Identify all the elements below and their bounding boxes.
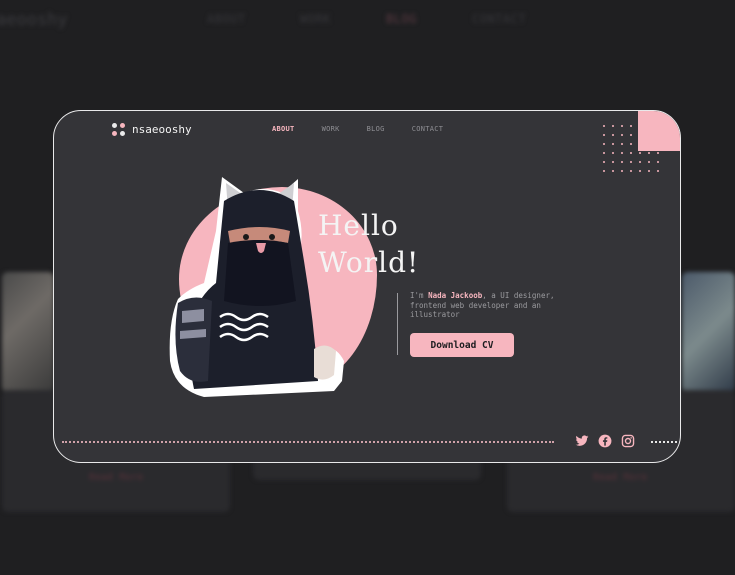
footer-dotted-line-right [651, 441, 680, 443]
portrait-illustration [169, 177, 344, 397]
hero-heading: Hello World! [318, 207, 419, 281]
hero-heading-line1: Hello [318, 209, 399, 242]
pattern-dot [612, 134, 615, 137]
logo-dot [120, 123, 125, 128]
pattern-dot [621, 152, 624, 155]
pattern-dot [648, 143, 651, 146]
facebook-icon[interactable] [598, 433, 612, 448]
download-cv-button[interactable]: Download CV [410, 333, 514, 357]
background-read-more: Read More [89, 472, 144, 483]
intro-prefix: I'm [410, 291, 429, 300]
background-nav-about: ABOUT [207, 12, 246, 26]
background-read-more: Read More [593, 472, 648, 483]
pattern-dot [639, 152, 642, 155]
pattern-dot [639, 125, 642, 128]
about-card: nsaeooshy ABOUT WORK BLOG CONTACT Hello … [53, 110, 681, 463]
pattern-dot [657, 125, 660, 128]
intro-text: I'm Nada Jackoob, a UI designer, fronten… [410, 291, 585, 320]
pattern-dot [603, 152, 606, 155]
background-nav-blog: BLOG [386, 12, 417, 26]
pattern-dot [639, 161, 642, 164]
pattern-dot [648, 134, 651, 137]
pattern-dot [630, 125, 633, 128]
footer-dotted-line [62, 441, 554, 443]
twitter-icon[interactable] [575, 433, 589, 447]
pattern-dot [648, 170, 651, 173]
dot-pattern [603, 125, 666, 179]
background-nav-contact: CONTACT [472, 12, 527, 26]
author-name: Nada Jackoob [428, 291, 483, 300]
pattern-dot [657, 143, 660, 146]
intro-divider [397, 293, 398, 355]
pattern-dot [621, 161, 624, 164]
pattern-dot [603, 170, 606, 173]
pattern-dot [639, 170, 642, 173]
pattern-dot [603, 143, 606, 146]
logo-dot [120, 131, 125, 136]
pattern-dot [648, 125, 651, 128]
logo-dot [112, 123, 117, 128]
pattern-dot [639, 143, 642, 146]
pattern-dot [621, 134, 624, 137]
social-links [575, 433, 635, 448]
pattern-dot [603, 161, 606, 164]
nav-about[interactable]: ABOUT [272, 125, 295, 133]
pattern-dot [603, 134, 606, 137]
background-logo: aeooshy [0, 10, 68, 30]
pattern-dot [657, 170, 660, 173]
pattern-dot [612, 170, 615, 173]
pattern-dot [621, 143, 624, 146]
pattern-dot [657, 134, 660, 137]
nav-work[interactable]: WORK [322, 125, 340, 133]
pattern-dot [612, 125, 615, 128]
pattern-dot [630, 143, 633, 146]
logo-text: nsaeooshy [132, 123, 192, 136]
top-nav: ABOUT WORK BLOG CONTACT [272, 125, 443, 133]
pattern-dot [612, 152, 615, 155]
pattern-dot [630, 134, 633, 137]
pattern-dot [648, 152, 651, 155]
pattern-dot [648, 161, 651, 164]
pattern-dot [657, 161, 660, 164]
background-blog-image [682, 272, 735, 392]
nav-blog[interactable]: BLOG [367, 125, 385, 133]
pattern-dot [603, 125, 606, 128]
logo-mark-icon [112, 123, 125, 136]
pattern-dot [630, 161, 633, 164]
pattern-dot [639, 134, 642, 137]
nav-contact[interactable]: CONTACT [412, 125, 444, 133]
background-blog-image [2, 272, 54, 392]
pattern-dot [612, 143, 615, 146]
background-nav-work: WORK [300, 12, 331, 26]
logo-dot [112, 131, 117, 136]
instagram-icon[interactable] [621, 433, 635, 448]
pattern-dot [630, 170, 633, 173]
pattern-dot [621, 125, 624, 128]
hero-heading-line2: World! [318, 246, 420, 279]
pattern-dot [657, 152, 660, 155]
logo[interactable]: nsaeooshy [112, 123, 192, 136]
pattern-dot [630, 152, 633, 155]
pattern-dot [621, 170, 624, 173]
pattern-dot [612, 161, 615, 164]
